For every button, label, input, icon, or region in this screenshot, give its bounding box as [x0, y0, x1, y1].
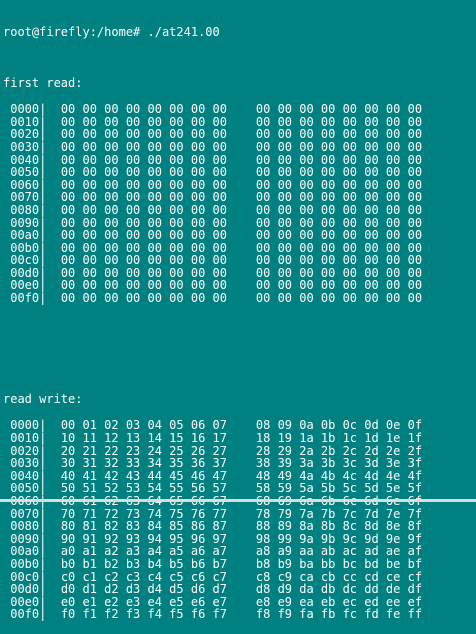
row-address: 00f0|: [3, 607, 47, 622]
column-separator: [46, 291, 60, 305]
first-read-section: first read: 0000| 00 00 00 00 00 00 00 0…: [3, 75, 476, 305]
column-separator: [227, 291, 256, 305]
column-separator: [227, 607, 256, 621]
section-title: read write:: [3, 391, 83, 406]
row-address: 00f0|: [3, 291, 47, 306]
row-bytes-high: f8 f9 fa fb fc fd fe ff: [255, 607, 423, 622]
row-bytes-high: 00 00 00 00 00 00 00 00: [255, 291, 423, 306]
read-write-section: read write: 0000| 00 01 02 03 04 05 06 0…: [3, 393, 476, 621]
terminal-output: root@firefly:/home# ./at241.00 first rea…: [3, 1, 476, 621]
row-bytes-low: 00 00 00 00 00 00 00 00: [60, 291, 227, 306]
terminal-window[interactable]: { "prompt": "root@firefly:/home# ./at241…: [0, 0, 476, 621]
hexdump-row: 00f0| f0 f1 f2 f3 f4 f5 f6 f7 f8 f9 fa f…: [3, 608, 476, 621]
row-bytes-low: f0 f1 f2 f3 f4 f5 f6 f7: [60, 607, 227, 622]
column-separator: [46, 607, 60, 621]
hexdump-row: 00f0| 00 00 00 00 00 00 00 00 00 00 00 0…: [3, 292, 476, 305]
section-title: first read:: [3, 75, 83, 90]
command-prompt-line: root@firefly:/home# ./at241.00: [3, 25, 220, 40]
